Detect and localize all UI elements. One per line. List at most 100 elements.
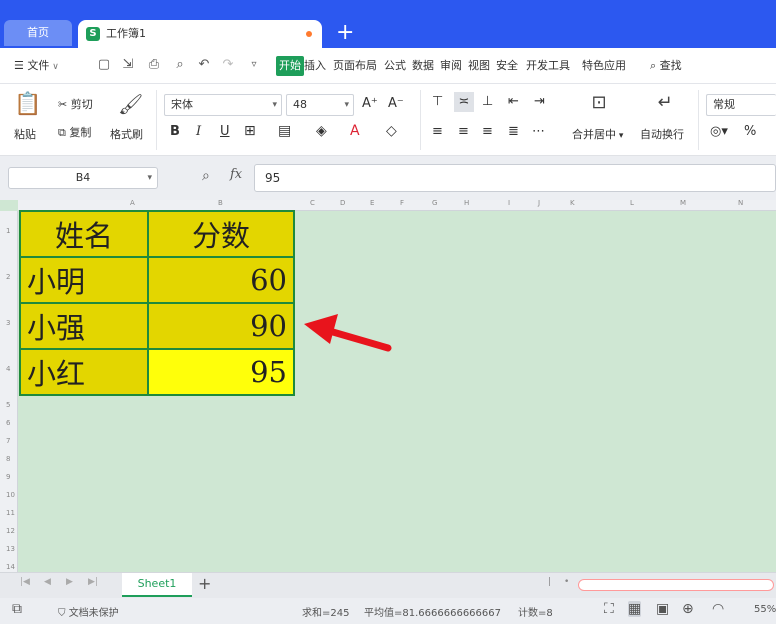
- merge-center-label: 合并居中: [572, 128, 616, 141]
- column-label: F: [400, 200, 405, 207]
- menu-security[interactable]: 安全: [496, 56, 518, 76]
- paste-icon[interactable]: 📋: [14, 92, 41, 117]
- header-cell-name[interactable]: 姓名: [19, 210, 149, 258]
- indent-increase-icon[interactable]: ⇥: [534, 94, 545, 109]
- font-size-select[interactable]: 48 ▾: [286, 94, 354, 116]
- clear-format-icon[interactable]: ◇: [386, 123, 397, 139]
- print-preview-icon[interactable]: ⌕: [172, 57, 188, 73]
- underline-button[interactable]: U: [220, 124, 230, 139]
- selected-cell[interactable]: 95: [147, 348, 295, 396]
- paste-button[interactable]: 粘贴: [14, 126, 36, 142]
- sheet-grid-area[interactable]: A B C D E F G H I J K L M N 1 2 3 4 5 6 …: [0, 200, 776, 572]
- fill-color-icon[interactable]: ◈: [316, 123, 327, 139]
- distribute-icon[interactable]: ⋯: [532, 124, 545, 139]
- menu-view[interactable]: 视图: [468, 56, 490, 76]
- redo-icon[interactable]: ↷: [220, 57, 236, 73]
- font-name-select[interactable]: 宋体 ▾: [164, 94, 282, 116]
- copy-button[interactable]: ⧉ 复制: [58, 124, 91, 140]
- align-center-icon[interactable]: ≡: [458, 124, 469, 139]
- tab-workbook[interactable]: S 工作簿1: [78, 20, 322, 48]
- align-top-icon[interactable]: ⊤: [432, 94, 443, 109]
- new-tab-button[interactable]: +: [336, 20, 354, 46]
- customize-icon[interactable]: ▿: [246, 57, 262, 73]
- row-label: 12: [6, 527, 15, 535]
- currency-icon[interactable]: ◎▾: [710, 124, 728, 139]
- wrap-text-icon[interactable]: ↵: [652, 92, 678, 113]
- shrink-font-button[interactable]: A⁻: [388, 96, 404, 111]
- menu-insert[interactable]: 插入: [304, 56, 326, 76]
- align-middle-icon[interactable]: ≍: [454, 92, 474, 112]
- merge-cells-icon[interactable]: ⊡: [586, 92, 612, 113]
- reading-view-icon[interactable]: ⊕: [682, 601, 694, 617]
- name-box[interactable]: B4 ▾: [8, 167, 158, 189]
- tab-home[interactable]: 首页: [4, 20, 72, 46]
- align-right-icon[interactable]: ≡: [482, 124, 493, 139]
- italic-button[interactable]: I: [196, 124, 201, 139]
- percent-button[interactable]: %: [744, 124, 756, 139]
- next-sheet-icon[interactable]: ▶: [66, 577, 73, 587]
- scroll-left-icon[interactable]: |: [548, 577, 551, 587]
- cell-name[interactable]: 小红: [19, 348, 149, 396]
- number-format-select[interactable]: 常规: [706, 94, 776, 116]
- prev-sheet-icon[interactable]: ◀: [44, 577, 51, 587]
- export-icon[interactable]: ⇲: [120, 57, 136, 73]
- cell-name[interactable]: 小强: [19, 302, 149, 350]
- justify-icon[interactable]: ≣: [508, 124, 519, 139]
- menu-data[interactable]: 数据: [412, 56, 434, 76]
- last-sheet-icon[interactable]: ▶|: [88, 577, 98, 587]
- fx-icon[interactable]: fx: [230, 167, 242, 182]
- chevron-down-icon: ▾: [616, 131, 624, 141]
- row-header: 1 2 3 4 5 6 7 8 9 10 11 12 13 14: [0, 211, 18, 572]
- status-bar: ⧉ ⛉ 文档未保护 求和=245 平均值=81.6666666666667 计数…: [0, 598, 776, 624]
- cell-score[interactable]: 90: [147, 302, 295, 350]
- border-style-icon[interactable]: ▤: [278, 123, 291, 139]
- align-bottom-icon[interactable]: ⊥: [482, 94, 493, 109]
- grow-font-button[interactable]: A⁺: [362, 96, 378, 111]
- formula-input[interactable]: 95: [254, 164, 776, 192]
- row-label: 2: [6, 273, 11, 281]
- search-label: 查找: [659, 59, 682, 72]
- align-left-icon[interactable]: ≡: [432, 124, 443, 139]
- save-icon[interactable]: ▢: [96, 57, 112, 73]
- page-break-view-icon[interactable]: ▣: [656, 601, 669, 617]
- format-painter-button[interactable]: 格式刷: [110, 126, 143, 142]
- menu-formulas[interactable]: 公式: [384, 56, 406, 76]
- hamburger-icon: ☰: [14, 59, 28, 72]
- eye-protect-icon[interactable]: ◠: [712, 601, 724, 617]
- indent-decrease-icon[interactable]: ⇤: [508, 94, 519, 109]
- zoom-level[interactable]: 55%: [754, 604, 776, 615]
- cell-score[interactable]: 60: [147, 256, 295, 304]
- menu-home[interactable]: 开始: [276, 56, 304, 76]
- scroll-menu-icon[interactable]: •: [564, 577, 569, 587]
- chevron-down-icon: ▾: [344, 100, 349, 110]
- cut-button[interactable]: ✂ 剪切: [58, 96, 93, 112]
- menu-developer[interactable]: 开发工具: [526, 56, 570, 76]
- sheet-tab-sheet1[interactable]: Sheet1: [122, 573, 192, 597]
- add-sheet-button[interactable]: +: [198, 574, 211, 593]
- print-icon[interactable]: ⎙: [146, 57, 162, 73]
- file-menu-button[interactable]: ☰ 文件 ∨: [14, 56, 59, 77]
- cell-name[interactable]: 小明: [19, 256, 149, 304]
- bold-button[interactable]: B: [170, 124, 180, 139]
- borders-icon[interactable]: ⊞: [244, 123, 256, 139]
- horizontal-scrollbar[interactable]: [578, 579, 774, 591]
- menu-review[interactable]: 审阅: [440, 56, 462, 76]
- normal-view-icon[interactable]: ▦: [628, 601, 642, 617]
- search-button[interactable]: ⌕ 查找: [650, 56, 682, 76]
- fullscreen-icon[interactable]: ⛶: [604, 601, 614, 617]
- undo-icon[interactable]: ↶: [196, 57, 212, 73]
- menu-page-layout[interactable]: 页面布局: [333, 56, 377, 76]
- doc-protect-status[interactable]: ⛉ 文档未保护: [58, 604, 119, 619]
- shield-icon: ⛉: [58, 608, 69, 619]
- brush-icon[interactable]: 🖌: [118, 92, 143, 116]
- font-color-icon[interactable]: A: [350, 123, 360, 139]
- header-cell-score[interactable]: 分数: [147, 210, 295, 258]
- macro-icon[interactable]: ⧉: [12, 601, 22, 617]
- wrap-text-button[interactable]: 自动换行: [640, 126, 684, 142]
- first-sheet-icon[interactable]: |◀: [20, 577, 30, 587]
- menu-special[interactable]: 特色应用: [582, 56, 626, 76]
- merge-center-button[interactable]: 合并居中 ▾: [572, 126, 623, 142]
- column-label: C: [310, 200, 315, 207]
- zoom-formula-icon[interactable]: ⌕: [202, 168, 210, 184]
- title-tab-bar: 首页 S 工作簿1 +: [0, 0, 776, 48]
